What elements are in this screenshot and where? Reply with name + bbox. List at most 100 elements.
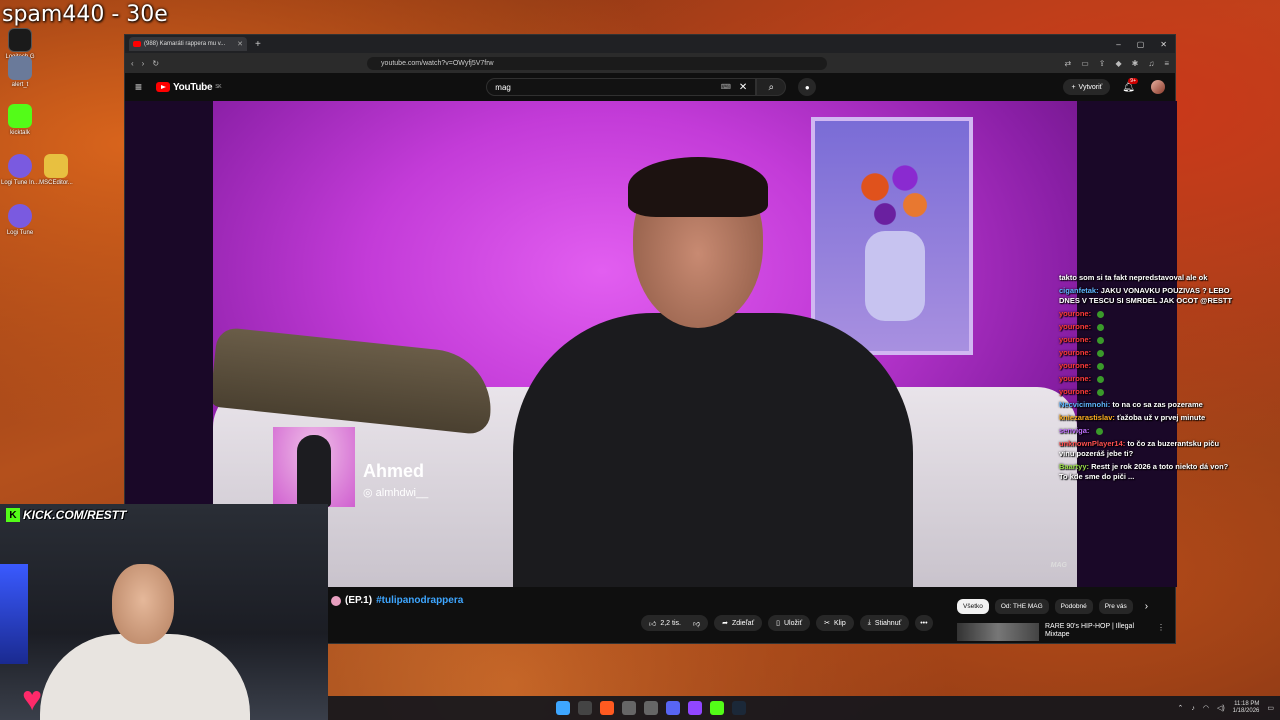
- chat-username[interactable]: yourone:: [1059, 322, 1091, 331]
- kick-icon[interactable]: [710, 701, 724, 715]
- media-icon[interactable]: ♫: [1148, 59, 1154, 68]
- cast-icon[interactable]: ▭: [1081, 59, 1089, 68]
- wifi-icon[interactable]: ◠: [1203, 704, 1209, 712]
- more-icon: •••: [920, 619, 928, 627]
- new-tab-button[interactable]: +: [255, 39, 261, 50]
- recommended-title[interactable]: RARE 90's HIP-HOP | Illegal Mixtape: [1045, 623, 1145, 641]
- keyboard-icon[interactable]: ⌨: [721, 83, 731, 91]
- windows-start-icon[interactable]: [556, 701, 570, 715]
- search-button[interactable]: ⌕: [756, 78, 787, 96]
- obs-icon[interactable]: [622, 701, 636, 715]
- discord-icon[interactable]: [666, 701, 680, 715]
- check-emote-icon: [1097, 310, 1105, 318]
- steam-icon[interactable]: [732, 701, 746, 715]
- brave-shield-icon[interactable]: ◆: [1115, 59, 1121, 68]
- browser-tab[interactable]: (988) Kamaráti rappera mu v... ✕: [129, 37, 247, 51]
- search-input[interactable]: mag ⌨ ✕: [486, 78, 757, 96]
- chat-username[interactable]: yourone:: [1059, 374, 1091, 383]
- video-title-hashtag[interactable]: #tulipanodrappera: [376, 595, 463, 606]
- translate-icon[interactable]: ⇄: [1065, 59, 1072, 68]
- chat-message: unknownPlayer14: to čo za buzerantsku pi…: [1059, 439, 1234, 459]
- chat-username[interactable]: yourone:: [1059, 348, 1091, 357]
- kebab-menu-icon[interactable]: ⋮: [1157, 623, 1165, 641]
- account-avatar[interactable]: [1151, 80, 1165, 94]
- chat-username[interactable]: ciganfetak:: [1059, 286, 1099, 295]
- chat-username[interactable]: senviga:: [1059, 426, 1089, 435]
- recommended-thumbnail[interactable]: [957, 623, 1039, 641]
- clock-time: 11:18 PM: [1234, 701, 1260, 707]
- maximize-button[interactable]: ▢: [1137, 40, 1145, 49]
- streamer-shirt: [40, 634, 250, 720]
- video-frame[interactable]: Ahmed ◎ almhdwi__ MAG: [213, 101, 1077, 587]
- chat-username[interactable]: unknownPlayer14:: [1059, 439, 1125, 448]
- desktop-icon-label: MSCEditor...: [39, 180, 73, 186]
- chat-username[interactable]: yourone:: [1059, 335, 1091, 344]
- chip-all[interactable]: Všetko: [957, 599, 989, 614]
- desktop-icon-logi-tune-in[interactable]: Logi Tune In...: [0, 154, 40, 186]
- extensions-icon[interactable]: ✱: [1132, 59, 1139, 68]
- notifications-button[interactable]: 🔔︎ 9+: [1122, 77, 1138, 93]
- lower-third: Ahmed ◎ almhdwi__: [261, 421, 521, 511]
- share-button[interactable]: ➦ Zdieľať: [714, 615, 763, 631]
- volume-icon[interactable]: ◁): [1217, 704, 1225, 712]
- download-button[interactable]: ⤓ Stiahnuť: [859, 615, 910, 631]
- more-actions-button[interactable]: •••: [915, 615, 933, 631]
- chat-username[interactable]: yourone:: [1059, 387, 1091, 396]
- close-tab-icon[interactable]: ✕: [237, 40, 243, 48]
- chat-message: yourone:: [1059, 335, 1234, 345]
- clip-button[interactable]: ✂ Klip: [816, 615, 854, 631]
- share-label: Zdieľať: [731, 619, 755, 627]
- desktop-icon-kicktalk[interactable]: kicktalk: [0, 104, 40, 136]
- hamburger-menu-icon[interactable]: ≡: [135, 80, 142, 94]
- clock-date: 1/18/2026: [1232, 708, 1260, 714]
- download-label: Stiahnuť: [874, 619, 902, 627]
- voice-search-button[interactable]: ●: [798, 78, 817, 96]
- brand-watermark: MAG: [1050, 562, 1067, 569]
- search-value: mag: [495, 82, 511, 92]
- url-field[interactable]: youtube.com/watch?v=OWyfj5V7frw: [367, 56, 828, 70]
- chat-username[interactable]: yourone:: [1059, 309, 1091, 318]
- chat-username[interactable]: Baartyy:: [1059, 462, 1089, 471]
- thumbs-down-icon[interactable]: 👎︎: [693, 619, 700, 628]
- guest-hair: [628, 157, 768, 217]
- mic-tray-icon[interactable]: ♪: [1191, 705, 1195, 712]
- reload-icon[interactable]: ↻: [152, 59, 159, 68]
- share-icon[interactable]: ⇪: [1099, 59, 1106, 68]
- chevron-right-icon[interactable]: ›: [1145, 599, 1148, 614]
- chat-username[interactable]: Necvicimnohi:: [1059, 400, 1110, 409]
- chip-similar[interactable]: Podobné: [1054, 599, 1093, 614]
- desktop-icon-alert[interactable]: alert_t: [0, 56, 40, 88]
- desktop-icon-msceditor[interactable]: MSCEditor...: [36, 154, 76, 186]
- back-icon[interactable]: ‹: [131, 59, 134, 68]
- close-window-button[interactable]: ✕: [1160, 40, 1167, 49]
- kick-url: KICK.COM/RESTT: [23, 508, 127, 522]
- like-button[interactable]: 👍︎ 2,2 tis. 👎︎: [641, 615, 709, 631]
- clear-search-icon[interactable]: ✕: [739, 82, 747, 93]
- tab-bar: (988) Kamaráti rappera mu v... ✕ + – ▢ ✕: [125, 35, 1175, 53]
- tray-chevron-icon[interactable]: ⌃: [1177, 704, 1183, 712]
- clock[interactable]: 11:18 PM 1/18/2026: [1233, 701, 1260, 715]
- menu-icon[interactable]: ≡: [1164, 59, 1169, 68]
- folder-icon: [44, 154, 68, 178]
- desktop-icon-logi-tune[interactable]: Logi Tune: [0, 204, 40, 236]
- recommended-video[interactable]: RARE 90's HIP-HOP | Illegal Mixtape ⋮: [957, 623, 1165, 641]
- save-button[interactable]: ▯ Uložiť: [768, 615, 811, 631]
- chat-message: Necvicimnohi: to na co sa zas pozerame: [1059, 400, 1234, 410]
- create-button[interactable]: + Vytvoriť: [1063, 79, 1111, 95]
- chip-from-channel[interactable]: Od: THE MAG: [994, 599, 1049, 614]
- forward-icon[interactable]: ›: [142, 59, 145, 68]
- minimize-button[interactable]: –: [1116, 40, 1120, 49]
- chat-username[interactable]: yourone:: [1059, 361, 1091, 370]
- task-view-icon[interactable]: [578, 701, 592, 715]
- taskbar: ⌃ ♪ ◠ ◁) 11:18 PM 1/18/2026 ▭: [328, 696, 1280, 720]
- twitch-icon[interactable]: [688, 701, 702, 715]
- video-actions: 👍︎ 2,2 tis. 👎︎ ➦ Zdieľať ▯ Uložiť ✂ Klip ⤓ Sti…: [641, 615, 933, 631]
- settings-icon[interactable]: [644, 701, 658, 715]
- desktop-icon-label: kicktalk: [10, 130, 30, 136]
- chip-for-you[interactable]: Pre vás: [1098, 599, 1133, 614]
- brave-browser-icon[interactable]: [600, 701, 614, 715]
- youtube-logo[interactable]: YouTube SK: [156, 82, 222, 93]
- guest-handle: ◎ almhdwi__: [363, 487, 429, 499]
- notification-center-icon[interactable]: ▭: [1267, 704, 1274, 712]
- chat-username[interactable]: kniezarastislav:: [1059, 413, 1115, 422]
